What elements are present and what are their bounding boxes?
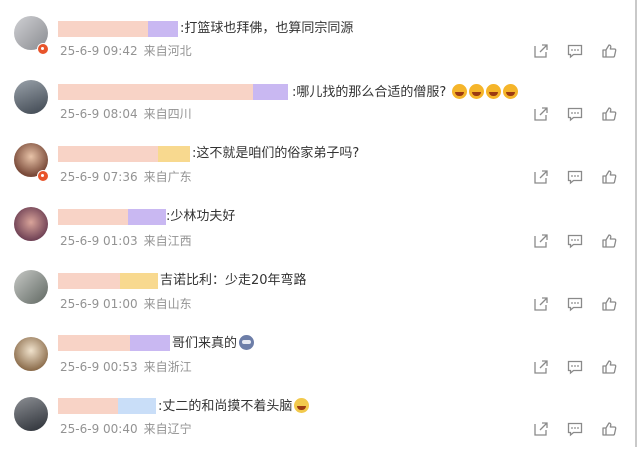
comment-location: 来自河北 (143, 44, 192, 58)
thumbs-up-icon[interactable] (601, 296, 617, 312)
username-blurred[interactable] (58, 335, 170, 351)
comment-icon[interactable] (567, 106, 583, 122)
comment-date: 25-6-9 00:40 (60, 422, 138, 436)
username-blurred[interactable] (58, 21, 178, 37)
comment-text: 吉诺比利：少走20年弯路 (160, 273, 307, 289)
cat-emoji (239, 335, 255, 350)
username-blurred[interactable] (58, 398, 156, 414)
avatar[interactable] (14, 270, 48, 304)
comment-text-content: 哥们来真的 (172, 336, 238, 351)
comment-actions (533, 296, 617, 312)
avatar[interactable] (14, 397, 48, 431)
comment-text: :打篮球也拜佛，也算同宗同源 (180, 21, 353, 37)
comment-icon[interactable] (567, 421, 583, 437)
comment-location: 来自江西 (143, 234, 192, 248)
vip-badge-icon (37, 170, 49, 182)
comment-text: 哥们来真的 (172, 335, 255, 352)
comment-icon[interactable] (567, 169, 583, 185)
laugh-cry-emoji (469, 84, 485, 99)
comment-row: :哪儿找的那么合适的僧服? 25-6-9 08:04 来自四川 (0, 75, 635, 138)
sweat-laugh-emoji (294, 398, 310, 413)
comment-date: 25-6-9 08:04 (60, 107, 138, 121)
share-icon[interactable] (533, 43, 549, 59)
comment-row: :这不就是咱们的俗家弟子吗? 25-6-9 07:36 来自广东 (0, 138, 635, 201)
thumbs-up-icon[interactable] (601, 169, 617, 185)
avatar[interactable] (14, 207, 48, 241)
comment-row: :少林功夫好 25-6-9 01:03 来自江西 (0, 201, 635, 264)
share-icon[interactable] (533, 359, 549, 375)
comment-icon[interactable] (567, 359, 583, 375)
comment-text-content: :这不就是咱们的俗家弟子吗? (192, 146, 360, 161)
comment-text: :少林功夫好 (166, 209, 235, 225)
vip-badge-icon (37, 43, 49, 55)
comment-actions (533, 43, 617, 59)
comment-actions (533, 421, 617, 437)
comment-text-content: :打篮球也拜佛，也算同宗同源 (180, 21, 354, 36)
share-icon[interactable] (533, 169, 549, 185)
username-blurred[interactable] (58, 84, 288, 100)
comment-date: 25-6-9 01:03 (60, 234, 138, 248)
comment-meta: 25-6-9 09:42 来自河北 (60, 44, 198, 58)
avatar[interactable] (14, 80, 48, 114)
comment-meta: 25-6-9 00:53 来自浙江 (60, 360, 198, 374)
username-blurred[interactable] (58, 209, 166, 225)
laugh-cry-emoji (452, 84, 468, 99)
share-icon[interactable] (533, 106, 549, 122)
comment-location: 来自山东 (143, 297, 192, 311)
username-blurred[interactable] (58, 146, 190, 162)
comment-meta: 25-6-9 01:03 来自江西 (60, 234, 198, 248)
comment-row: :丈二的和尚摸不着头脑 25-6-9 00:40 来自辽宁 (0, 391, 635, 454)
share-icon[interactable] (533, 296, 549, 312)
comment-actions (533, 106, 617, 122)
comment-text-content: :丈二的和尚摸不着头脑 (158, 399, 293, 414)
comment-date: 25-6-9 07:36 (60, 170, 138, 184)
comment-icon[interactable] (567, 43, 583, 59)
comment-date: 25-6-9 09:42 (60, 44, 138, 58)
username-blurred[interactable] (58, 273, 158, 289)
avatar[interactable] (14, 337, 48, 371)
comment-date: 25-6-9 01:00 (60, 297, 138, 311)
share-icon[interactable] (533, 233, 549, 249)
comment-meta: 25-6-9 00:40 来自辽宁 (60, 422, 198, 436)
comment-meta: 25-6-9 07:36 来自广东 (60, 170, 198, 184)
comment-actions (533, 359, 617, 375)
comment-location: 来自广东 (143, 170, 192, 184)
laugh-cry-emoji (503, 84, 519, 99)
comment-icon[interactable] (567, 233, 583, 249)
thumbs-up-icon[interactable] (601, 43, 617, 59)
comment-location: 来自浙江 (143, 360, 192, 374)
comment-text: :哪儿找的那么合适的僧服? (292, 84, 519, 101)
comment-actions (533, 233, 617, 249)
comment-date: 25-6-9 00:53 (60, 360, 138, 374)
comment-text: :这不就是咱们的俗家弟子吗? (192, 146, 359, 162)
comment-meta: 25-6-9 08:04 来自四川 (60, 107, 198, 121)
share-icon[interactable] (533, 421, 549, 437)
comment-text-content: 吉诺比利：少走20年弯路 (160, 273, 307, 288)
comment-actions (533, 169, 617, 185)
comment-text: :丈二的和尚摸不着头脑 (158, 398, 310, 415)
thumbs-up-icon[interactable] (601, 106, 617, 122)
thumbs-up-icon[interactable] (601, 359, 617, 375)
comment-row: :打篮球也拜佛，也算同宗同源 25-6-9 09:42 来自河北 (0, 11, 635, 74)
comment-row: 哥们来真的 25-6-9 00:53 来自浙江 (0, 328, 635, 391)
comment-list: :打篮球也拜佛，也算同宗同源 25-6-9 09:42 来自河北 :哪儿找的那么合… (0, 0, 637, 447)
comment-icon[interactable] (567, 296, 583, 312)
comment-meta: 25-6-9 01:00 来自山东 (60, 297, 198, 311)
thumbs-up-icon[interactable] (601, 233, 617, 249)
comment-row: 吉诺比利：少走20年弯路 25-6-9 01:00 来自山东 (0, 264, 635, 327)
thumbs-up-icon[interactable] (601, 421, 617, 437)
comment-text-content: :哪儿找的那么合适的僧服? (292, 85, 447, 100)
laugh-cry-emoji (486, 84, 502, 99)
comment-location: 来自四川 (143, 107, 192, 121)
comment-text-content: :少林功夫好 (166, 209, 236, 224)
comment-location: 来自辽宁 (143, 422, 192, 436)
